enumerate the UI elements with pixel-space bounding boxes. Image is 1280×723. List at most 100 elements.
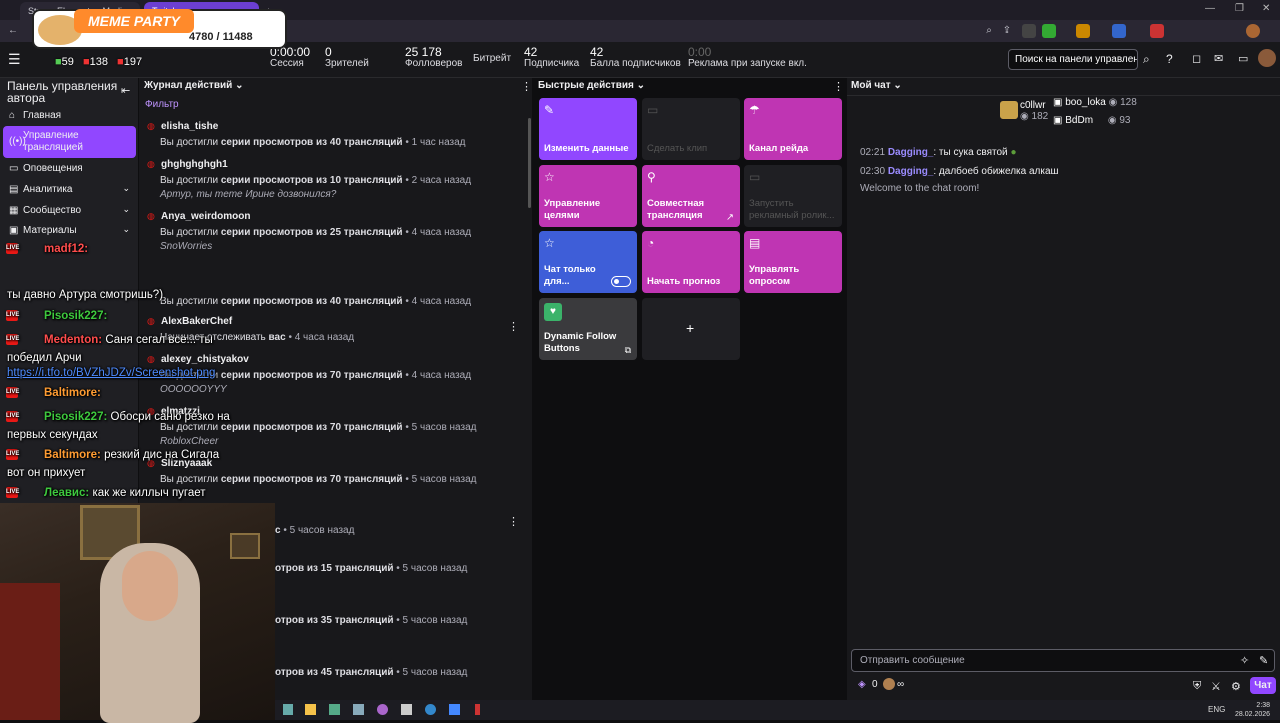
activity-entry[interactable]: отров из 35 трансляций • 5 часов назад xyxy=(270,615,467,626)
quick-action-tile[interactable]: ☆ Чат только для... xyxy=(539,231,637,293)
activity-entry[interactable]: ◍ Sliznyaaak Вы достигли серии просмотров … xyxy=(147,458,476,485)
app-icon[interactable] xyxy=(475,704,480,715)
channel-points-icon[interactable]: ◈ xyxy=(858,679,866,690)
sidebar-item-content[interactable]: ▣ Материалы ⌄ xyxy=(3,222,136,240)
badge-icon: ▣ xyxy=(1053,97,1063,108)
activity-message: SnoWorries xyxy=(160,241,213,252)
app-icon[interactable] xyxy=(449,704,460,715)
activity-entry[interactable]: ◍ elisha_tishe Вы достигли серии просмотро… xyxy=(147,121,466,148)
whispers-icon[interactable]: ▭ xyxy=(1238,52,1248,65)
more-icon[interactable]: ⋮ xyxy=(508,320,519,333)
steam-icon[interactable] xyxy=(353,704,364,715)
popout-icon[interactable]: ⧉ xyxy=(625,345,631,356)
folder-icon[interactable] xyxy=(305,704,316,715)
extension-icon[interactable] xyxy=(1150,24,1164,38)
scrollbar[interactable] xyxy=(528,118,531,208)
activity-user: elisha_tishe xyxy=(161,121,219,132)
settings-icon[interactable]: ⚙ xyxy=(1231,680,1241,693)
help-icon[interactable]: ? xyxy=(1166,52,1173,66)
film-icon: ▣ xyxy=(9,225,19,236)
sidebar-item-community[interactable]: ▦ Сообщество ⌄ xyxy=(3,202,136,220)
quick-action-tile[interactable]: ✎ Изменить данные xyxy=(539,98,637,160)
emote-icon[interactable]: ✧ xyxy=(1240,654,1249,667)
chat-send-button[interactable]: Чат xyxy=(1250,677,1276,694)
maximize-icon[interactable]: ❐ xyxy=(1235,3,1244,14)
mod-tools-icon[interactable]: ⚔ xyxy=(1211,680,1221,693)
chat-title[interactable]: Мой чат ⌄ xyxy=(851,80,902,91)
extension-icon[interactable] xyxy=(1076,24,1090,38)
extension-icon[interactable] xyxy=(1022,24,1036,38)
shield-icon[interactable]: ⛨ xyxy=(1193,680,1201,693)
activity-title[interactable]: Журнал действий ⌄ xyxy=(144,80,243,91)
quick-action-tile[interactable]: ▤ Управлять опросом xyxy=(744,231,842,293)
app-icon[interactable] xyxy=(401,704,412,715)
collapse-icon[interactable]: ⇤ xyxy=(121,84,130,97)
notifications-icon[interactable]: ◻ xyxy=(1192,52,1201,65)
menu-icon[interactable]: ☰ xyxy=(8,51,21,68)
stat-subscribers: 42 Подписчика xyxy=(524,45,580,69)
quick-action-tile[interactable]: ◔ Начать прогноз xyxy=(642,231,740,293)
settings-icon[interactable]: ✎ xyxy=(1259,654,1268,667)
activity-entry[interactable]: отров из 45 трансляций • 5 часов назад xyxy=(270,667,467,678)
chat-welcome: Welcome to the chat room! xyxy=(860,183,980,194)
bell-icon: ▭ xyxy=(9,163,19,174)
overlay-counts: ■59 ■138 ■197 xyxy=(55,56,143,68)
quick-action-tile[interactable]: ☂ Канал рейда xyxy=(744,98,842,160)
quick-action-tile: ▭ Запустить рекламный ролик... xyxy=(744,165,842,227)
browser-icon[interactable] xyxy=(425,704,436,715)
overlay-chat-line: победил Арчи xyxy=(7,352,82,364)
user-avatar[interactable] xyxy=(1258,49,1276,67)
top-user[interactable]: ▣ BdDm ◉ 93 xyxy=(1053,115,1130,126)
app-icon[interactable] xyxy=(329,704,340,715)
share-icon[interactable]: ⇪ xyxy=(1000,24,1014,38)
quick-actions-title[interactable]: Быстрые действия ⌄ xyxy=(538,80,645,91)
extension-icon[interactable] xyxy=(1042,24,1056,38)
sidebar-item-stream-manager[interactable]: ((•)) Управление трансляцией xyxy=(3,126,136,158)
quick-action-tile[interactable]: ⚲ Совместная трансляция ↗ xyxy=(642,165,740,227)
more-icon[interactable]: ⋮ xyxy=(508,515,519,528)
inbox-icon[interactable]: ✉ xyxy=(1214,52,1223,65)
add-icon[interactable]: + xyxy=(686,320,694,336)
minimize-icon[interactable]: — xyxy=(1205,3,1215,14)
clip-icon: ▭ xyxy=(647,103,659,117)
top-user[interactable]: ▣ boo_loka ◉ 128 xyxy=(1053,97,1137,108)
app-icon[interactable] xyxy=(283,704,293,715)
sidebar-item-home[interactable]: ⌂ Главная xyxy=(3,107,136,125)
activity-entry[interactable]: ◍ ghghghghgh1 Вы достигли серии просмотров… xyxy=(147,159,471,200)
activity-entry[interactable]: отров из 15 трансляций • 5 часов назад xyxy=(270,563,467,574)
close-icon[interactable]: ✕ xyxy=(1262,3,1270,14)
quick-action-tile[interactable]: + xyxy=(642,298,740,360)
quick-action-tile[interactable]: ☆ Управление целями xyxy=(539,165,637,227)
toggle-switch[interactable] xyxy=(611,276,631,287)
quick-action-label: Совместная трансляция xyxy=(647,198,705,221)
avatar[interactable] xyxy=(1246,24,1260,38)
sidebar-item-analytics[interactable]: ▤ Аналитика ⌄ xyxy=(3,181,136,199)
activity-entry[interactable]: Вы достигли серии просмотров из 40 транс… xyxy=(150,278,471,307)
activity-entry[interactable]: с • 5 часов назад xyxy=(270,525,354,536)
chat-input[interactable]: Отправить сообщение xyxy=(851,649,1275,672)
back-icon[interactable]: ← xyxy=(6,24,20,38)
clock[interactable]: 2:38 28.02.2026 xyxy=(1235,701,1270,719)
pencil-icon: ✎ xyxy=(544,103,555,117)
more-icon[interactable]: ⋮ xyxy=(833,80,844,93)
broadcast-icon: ((•)) xyxy=(9,136,26,147)
search-icon[interactable]: ⌕ xyxy=(982,24,996,38)
more-icon[interactable]: ⋮ xyxy=(521,80,532,93)
language-indicator[interactable]: ENG xyxy=(1208,705,1225,714)
top-user[interactable]: c0llwr ◉ 182 xyxy=(1020,100,1048,122)
activity-entry[interactable]: ◍ Anya_weirdomoon Вы достигли серии просмо… xyxy=(147,211,471,252)
chat-message[interactable]: 02:21 Dagging_: ты сука святой ● xyxy=(860,147,1016,158)
quick-action-tile[interactable]: ♥ Dynamic Follow Buttons ⧉ xyxy=(539,298,637,360)
filter-button[interactable]: Фильтр xyxy=(145,99,179,110)
chat-message[interactable]: 02:30 Dagging_: далбоеб обижелка алкаш xyxy=(860,166,1059,177)
search-icon[interactable]: ⌕ xyxy=(1143,52,1150,67)
popout-icon[interactable]: ↗ xyxy=(726,212,734,223)
overlay-chat-line: вот он прихует xyxy=(7,467,86,479)
chevron-down-icon: ⌄ xyxy=(122,224,130,234)
sidebar-item-alerts[interactable]: ▭ Оповещения xyxy=(3,160,136,178)
live-badge-icon: LIVE xyxy=(6,310,19,322)
app-icon[interactable] xyxy=(377,704,388,715)
extension-icon[interactable] xyxy=(1112,24,1126,38)
dashboard-search-input[interactable]: Поиск на панели управлени xyxy=(1008,49,1138,70)
overlay-chat-line: https://i.tfo.to/BVZhJDZv/Screenshot.png xyxy=(7,367,216,379)
